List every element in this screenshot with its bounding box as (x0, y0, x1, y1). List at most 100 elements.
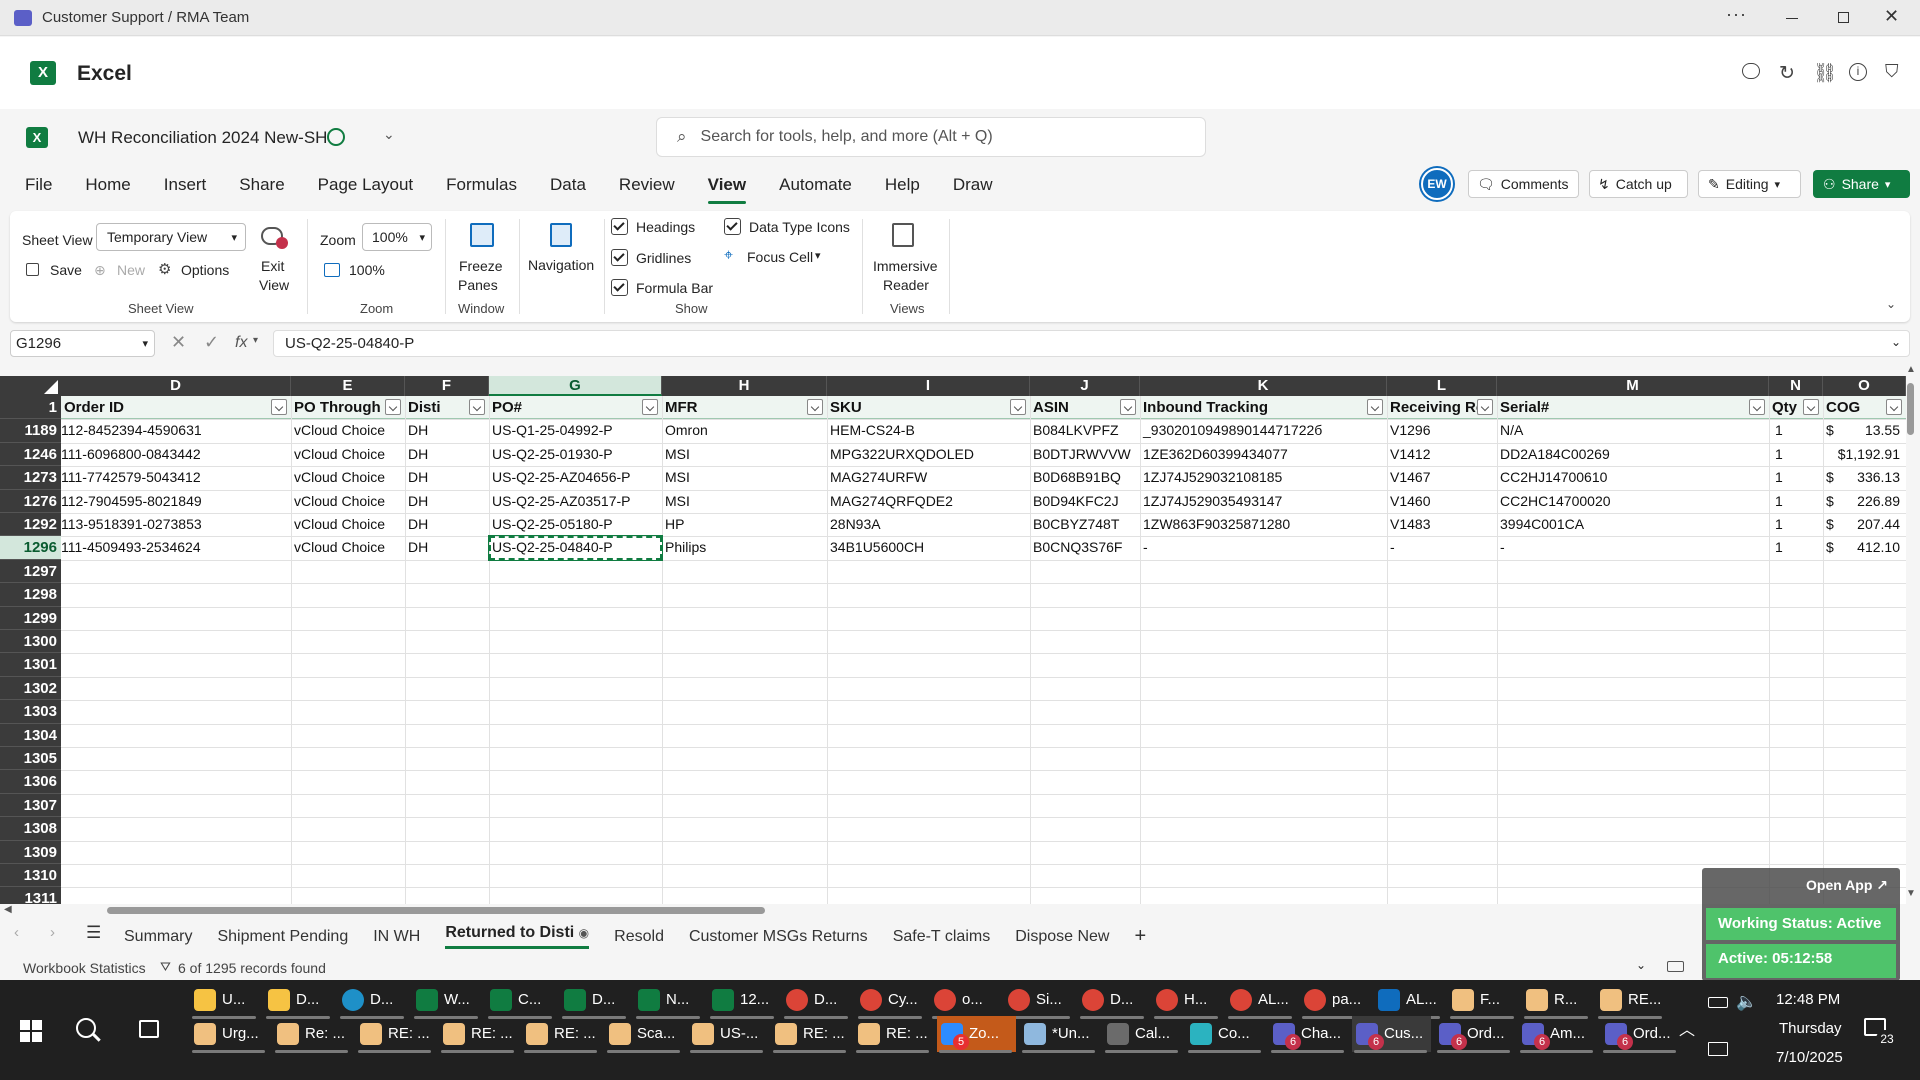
cell[interactable]: US-Q1-25-04992-P (489, 419, 662, 442)
sheet-tab-resold[interactable]: Resold (614, 928, 664, 946)
taskbar-item-chrome[interactable]: o... (930, 982, 1000, 1019)
add-sheet-icon[interactable]: + (1134, 925, 1146, 948)
cell[interactable]: US-Q2-25-AZ04656-P (489, 466, 662, 489)
row-header[interactable]: 1273 (0, 466, 61, 490)
row-header[interactable]: 1299 (0, 606, 61, 630)
column-header-g[interactable]: G (489, 376, 662, 396)
sheet-tab-safe-t-claims[interactable]: Safe-T claims (893, 928, 991, 946)
taskbar-item-chrome[interactable]: H... (1152, 982, 1222, 1019)
tab-automate[interactable]: Automate (779, 175, 852, 195)
active-cell-selection[interactable] (488, 535, 663, 561)
tab-file[interactable]: File (25, 175, 52, 195)
tab-view[interactable]: View (707, 175, 747, 204)
column-header-k[interactable]: K (1140, 376, 1387, 396)
cell[interactable]: 1 (1769, 513, 1823, 536)
column-title[interactable]: Inbound Tracking (1140, 396, 1387, 419)
cell[interactable]: B0D68B91BQ (1030, 466, 1140, 489)
column-title[interactable]: Order ID (61, 396, 291, 419)
cell[interactable]: DH (405, 466, 489, 489)
filter-dropdown-icon[interactable] (807, 399, 823, 415)
clock-time[interactable]: 12:48 PM (1776, 991, 1840, 1008)
new-button[interactable]: New (117, 262, 145, 278)
taskbar-item-excel[interactable]: W... (412, 982, 482, 1019)
taskbar-item-teams[interactable]: Cha... 6 (1269, 1016, 1348, 1053)
taskbar-item-teams[interactable]: Ord... 6 (1435, 1016, 1514, 1053)
cell[interactable]: V1296 (1387, 419, 1497, 442)
zoom-select[interactable]: 100% ▾ (362, 223, 432, 251)
cell[interactable]: - (1387, 536, 1497, 559)
column-title[interactable]: PO# (489, 396, 662, 419)
cell[interactable]: B0DTJRWVVW (1030, 443, 1140, 466)
scroll-down-icon[interactable]: ▼ (1906, 888, 1916, 899)
filter-dropdown-icon[interactable] (469, 399, 485, 415)
row-header[interactable]: 1304 (0, 723, 61, 747)
column-header-l[interactable]: L (1387, 376, 1497, 396)
freeze-panes-line1[interactable]: Freeze (459, 258, 503, 274)
filter-dropdown-icon[interactable] (271, 399, 287, 415)
taskbar-item-copilot[interactable]: Co... (1186, 1016, 1265, 1053)
shield-icon[interactable]: ⛉ (1885, 61, 1899, 82)
taskbar-item-mail[interactable]: RE: ... (522, 1016, 601, 1053)
taskbar-item-excel[interactable]: C... (486, 982, 556, 1019)
cell[interactable]: 1 (1769, 419, 1823, 442)
taskbar-item-notepad[interactable]: *Un... (1020, 1016, 1099, 1053)
cell[interactable]: DD2A184C00269 (1497, 443, 1769, 466)
sheet-view-select[interactable]: Temporary View ▾ (96, 223, 246, 251)
cell[interactable]: - (1140, 536, 1387, 559)
column-header-o[interactable]: O (1823, 376, 1906, 396)
filter-dropdown-icon[interactable] (1010, 399, 1026, 415)
data-type-icons-checkbox[interactable] (724, 218, 741, 235)
row-header[interactable]: 1307 (0, 793, 61, 818)
taskbar-item-folder[interactable]: U... (190, 982, 260, 1019)
filter-dropdown-icon[interactable] (1749, 399, 1765, 415)
chat-icon[interactable] (1742, 63, 1760, 79)
cell[interactable]: Philips (662, 536, 827, 559)
horizontal-scrollbar-thumb[interactable] (107, 907, 765, 914)
tab-draw[interactable]: Draw (953, 175, 993, 195)
filter-dropdown-icon[interactable] (642, 399, 658, 415)
clock-date[interactable]: 7/10/2025 (1776, 1049, 1843, 1066)
workbook-statistics[interactable]: Workbook Statistics (23, 960, 146, 976)
tab-help[interactable]: Help (885, 175, 920, 195)
cell[interactable]: CC2HC14700020 (1497, 490, 1769, 513)
row-header[interactable]: 1302 (0, 676, 61, 701)
sheet-tab-shipment-pending[interactable]: Shipment Pending (217, 928, 348, 946)
cell[interactable]: DH (405, 490, 489, 513)
expand-formula-icon[interactable]: ⌄ (1891, 335, 1901, 349)
sheet-tab-dispose-new[interactable]: Dispose New (1015, 928, 1109, 946)
refresh-icon[interactable]: ↻ (1779, 62, 1795, 85)
cell[interactable]: vCloud Choice (291, 419, 405, 442)
cell[interactable]: 1ZJ74J529035493147 (1140, 490, 1387, 513)
headings-checkbox[interactable] (611, 218, 628, 235)
taskbar-item-teams[interactable]: Ord... 6 (1601, 1016, 1680, 1053)
cell[interactable]: vCloud Choice (291, 536, 405, 559)
filter-dropdown-icon[interactable] (385, 399, 401, 415)
cell[interactable]: US-Q2-25-AZ03517-P (489, 490, 662, 513)
cell[interactable]: MSI (662, 443, 827, 466)
all-sheets-icon[interactable]: ☰ (86, 923, 101, 943)
cell[interactable]: CC2HJ14700610 (1497, 466, 1769, 489)
cell[interactable]: 1 (1769, 536, 1823, 559)
windows-start-icon[interactable] (20, 1020, 42, 1042)
row-header[interactable]: 1309 (0, 840, 61, 864)
taskbar-item-teams[interactable]: Cus... 6 (1352, 1016, 1431, 1053)
cell[interactable]: MSI (662, 466, 827, 489)
cell[interactable]: 111-4509493-2534624 (58, 536, 288, 559)
sheet-tab-summary[interactable]: Summary (124, 928, 192, 946)
taskbar-item-mail[interactable]: Urg... (190, 1016, 269, 1053)
catch-up-button[interactable]: ↯ Catch up (1589, 170, 1688, 198)
filter-dropdown-icon[interactable] (1803, 399, 1819, 415)
cell[interactable]: B0CNQ3S76F (1030, 536, 1140, 559)
cell[interactable]: US-Q2-25-01930-P (489, 443, 662, 466)
options-button[interactable]: Options (181, 262, 229, 278)
cell[interactable]: 1ZJ74J529032108185 (1140, 466, 1387, 489)
row-header[interactable]: 1292 (0, 513, 61, 537)
cancel-icon[interactable]: ✕ (171, 332, 186, 353)
exit-view-line1[interactable]: Exit (261, 258, 284, 274)
cell[interactable]: MPG322URXQDOLED (827, 443, 1030, 466)
link-icon[interactable]: ⛓ (1813, 61, 1837, 85)
taskbar-item-mail[interactable]: RE: ... (854, 1016, 933, 1053)
freeze-panes-line2[interactable]: Panes (458, 277, 498, 293)
filter-dropdown-icon[interactable] (1477, 399, 1493, 415)
chevron-down-icon[interactable]: ▾ (253, 335, 258, 346)
